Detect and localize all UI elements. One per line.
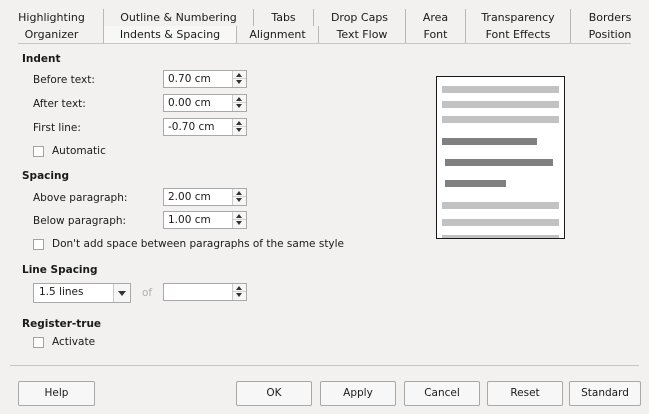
preview-line [442, 86, 559, 93]
preview-line [445, 159, 553, 166]
spin-up-icon[interactable] [236, 286, 242, 290]
ok-button[interactable]: OK [236, 381, 312, 406]
below-paragraph-value[interactable]: 1.00 cm [168, 213, 211, 228]
spin-buttons[interactable] [232, 95, 246, 111]
spin-up-icon[interactable] [236, 97, 242, 101]
spin-up-icon[interactable] [236, 121, 242, 125]
spin-down-icon[interactable] [236, 80, 242, 84]
of-spinbox[interactable] [163, 283, 247, 301]
tab-highlighting[interactable]: Highlighting [0, 9, 104, 26]
below-paragraph-spinbox[interactable]: 1.00 cm [163, 211, 247, 229]
spin-buttons[interactable] [232, 119, 246, 135]
first-line-value[interactable]: -0.70 cm [168, 120, 215, 135]
dont-add-space-label[interactable]: Don't add space between paragraphs of th… [52, 238, 344, 250]
spin-up-icon[interactable] [236, 191, 242, 195]
cancel-button[interactable]: Cancel [404, 381, 480, 406]
line-spacing-selected[interactable]: 1.5 lines [39, 286, 83, 298]
register-true-title: Register-true [22, 318, 102, 330]
reset-button[interactable]: Reset [487, 381, 563, 406]
of-label: of [142, 287, 153, 299]
standard-button[interactable]: Standard [569, 381, 641, 406]
spin-buttons[interactable] [232, 284, 246, 300]
spin-buttons[interactable] [232, 212, 246, 228]
tab-font-effects[interactable]: Font Effects [466, 26, 571, 43]
line-spacing-dropdown[interactable]: 1.5 lines [33, 283, 131, 303]
below-paragraph-label: Below paragraph: [33, 215, 127, 227]
spin-up-icon[interactable] [236, 73, 242, 77]
tab-indents-spacing[interactable]: Indents & Spacing [104, 26, 237, 43]
tab-area[interactable]: Area [406, 9, 466, 26]
preview-line [442, 101, 559, 108]
tab-borders[interactable]: Borders [571, 9, 649, 26]
preview-line [442, 138, 537, 145]
automatic-checkbox[interactable] [33, 146, 44, 157]
dont-add-space-checkbox[interactable] [33, 239, 44, 250]
apply-button[interactable]: Apply [320, 381, 396, 406]
tab-tabs[interactable]: Tabs [254, 9, 314, 26]
tab-organizer[interactable]: Organizer [0, 26, 104, 43]
above-paragraph-value[interactable]: 2.00 cm [168, 190, 211, 205]
spin-down-icon[interactable] [236, 198, 242, 202]
automatic-label[interactable]: Automatic [52, 145, 106, 157]
preview-line [442, 219, 559, 226]
preview-line [445, 180, 506, 187]
spacing-title: Spacing [22, 170, 69, 182]
line-spacing-title: Line Spacing [22, 264, 98, 276]
after-text-value[interactable]: 0.00 cm [168, 96, 211, 111]
spin-buttons[interactable] [232, 71, 246, 87]
activate-label[interactable]: Activate [52, 336, 95, 348]
paragraph-preview [436, 76, 565, 239]
first-line-label: First line: [33, 122, 81, 134]
first-line-spinbox[interactable]: -0.70 cm [163, 118, 247, 136]
button-separator [10, 365, 639, 366]
preview-line [442, 202, 559, 209]
tab-position[interactable]: Position [571, 26, 649, 43]
spin-down-icon[interactable] [236, 128, 242, 132]
above-paragraph-spinbox[interactable]: 2.00 cm [163, 188, 247, 206]
before-text-value[interactable]: 0.70 cm [168, 72, 211, 87]
spin-down-icon[interactable] [236, 221, 242, 225]
above-paragraph-label: Above paragraph: [33, 192, 128, 204]
spin-up-icon[interactable] [236, 214, 242, 218]
after-text-label: After text: [33, 98, 86, 110]
help-button[interactable]: Help [18, 381, 95, 406]
spin-buttons[interactable] [232, 189, 246, 205]
tab-alignment[interactable]: Alignment [237, 26, 319, 43]
after-text-spinbox[interactable]: 0.00 cm [163, 94, 247, 112]
chevron-down-icon[interactable] [113, 284, 130, 302]
tab-divider [18, 43, 631, 44]
preview-line [442, 116, 559, 123]
tab-outline-numbering[interactable]: Outline & Numbering [104, 9, 254, 26]
tab-transparency[interactable]: Transparency [466, 9, 571, 26]
before-text-spinbox[interactable]: 0.70 cm [163, 70, 247, 88]
preview-line [442, 235, 559, 238]
activate-checkbox[interactable] [33, 337, 44, 348]
indent-title: Indent [22, 53, 61, 65]
tab-font[interactable]: Font [406, 26, 466, 43]
tab-row-2: Organizer Indents & Spacing Alignment Te… [0, 26, 649, 43]
tab-drop-caps[interactable]: Drop Caps [314, 9, 406, 26]
before-text-label: Before text: [33, 74, 95, 86]
tab-text-flow[interactable]: Text Flow [319, 26, 406, 43]
tab-row-1: Highlighting Outline & Numbering Tabs Dr… [0, 9, 649, 26]
spin-down-icon[interactable] [236, 293, 242, 297]
spin-down-icon[interactable] [236, 104, 242, 108]
